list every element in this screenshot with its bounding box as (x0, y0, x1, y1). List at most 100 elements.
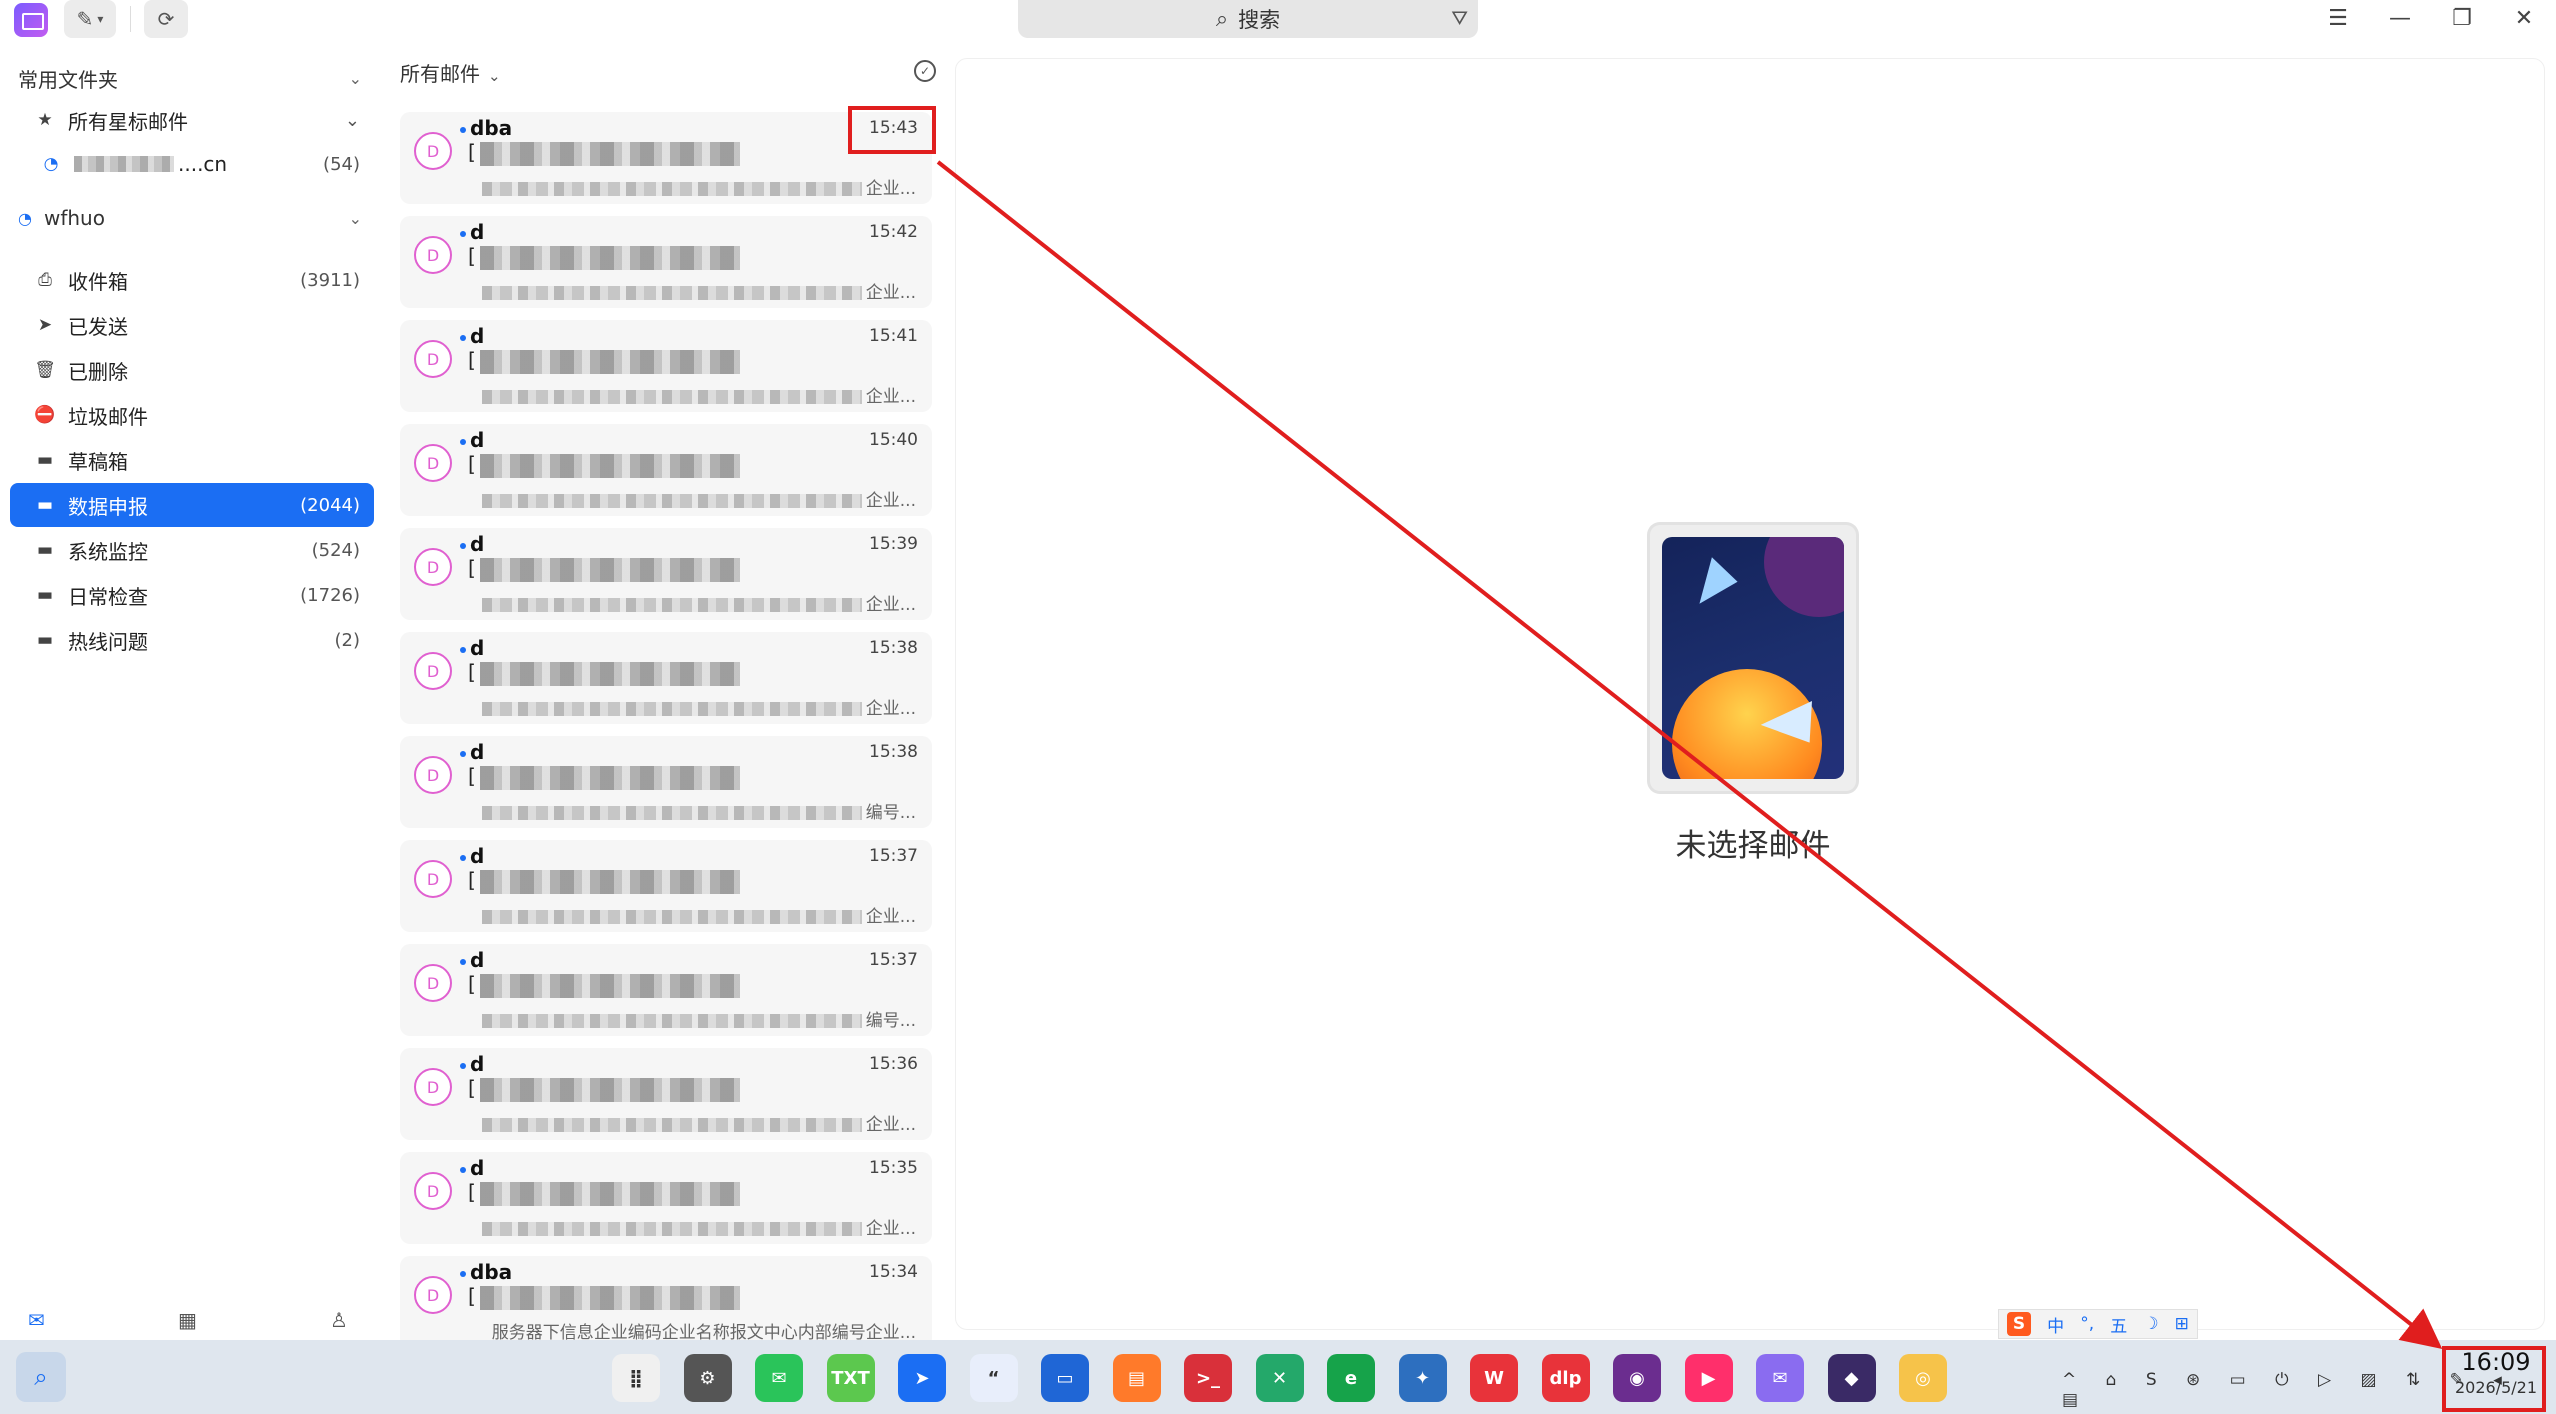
sidebar-item-folder[interactable]: ▬ 系统监控 (524) (10, 528, 374, 572)
browser-icon[interactable]: e (1327, 1354, 1375, 1402)
file-manager-icon[interactable]: ▭ (1041, 1354, 1089, 1402)
maximize-button[interactable]: ❐ (2442, 4, 2482, 32)
unread-count: (3911) (300, 269, 360, 291)
mail-list-item[interactable]: Dd 15:41 [企业... (400, 320, 932, 412)
sidebar-item-folder[interactable]: ▬ 日常检查 (1726) (10, 573, 374, 617)
sidebar-item-folder[interactable]: ▬ 数据申报 (2044) (10, 483, 374, 527)
sidebar-item-folder[interactable]: ▬ 草稿箱 (10, 438, 374, 482)
mail-list-item[interactable]: Dd 15:35 [企业... (400, 1152, 932, 1244)
sender-name: d (470, 324, 485, 348)
menu-button[interactable]: ☰ (2318, 4, 2358, 32)
redacted-subject (480, 662, 740, 686)
send-icon: ➤ (37, 315, 53, 335)
txt-editor-icon[interactable]: TXT (826, 1354, 875, 1402)
input-method-toolbar[interactable]: S 中 °, 五 ☽ ⊞ (1998, 1309, 2198, 1339)
calendar-icon[interactable]: ▦ (178, 1308, 197, 1332)
mail-list-item[interactable]: Dd 15:42 [企业... (400, 216, 932, 308)
unread-dot-icon (460, 1063, 466, 1069)
sidebar-item-folder[interactable]: 🗑 已删除 (10, 348, 374, 392)
app-store-icon[interactable]: ▤ (1112, 1354, 1161, 1402)
sidebar-item-folder[interactable]: ⎙ 收件箱 (3911) (10, 258, 374, 302)
account-icon: ◔ (43, 154, 59, 174)
feishu-icon[interactable]: ➤ (898, 1354, 946, 1402)
launcher-icon[interactable]: ⣿ (612, 1354, 660, 1402)
presenter-icon[interactable]: ▶ (1684, 1354, 1733, 1402)
mail-list-item[interactable]: Dd 15:38 [编号... (400, 736, 932, 828)
sender-avatar: D (414, 860, 452, 898)
mail-list-item[interactable]: Dd 15:39 [企业... (400, 528, 932, 620)
redacted-subject (480, 1182, 740, 1206)
mail-time: 15:42 (869, 222, 918, 242)
search-input[interactable]: ⌕ 搜索 ⛛ (1018, 0, 1478, 38)
ime-item[interactable]: 中 (2047, 1312, 2064, 1337)
ime-item[interactable]: 五 (2110, 1312, 2127, 1337)
photo-icon[interactable]: ✦ (1398, 1354, 1447, 1402)
sender-name: d (470, 844, 485, 868)
preview-tail: 企业... (865, 283, 916, 300)
account-icon: ◔ (18, 208, 32, 228)
folder-icon: ▬ (36, 450, 54, 470)
contacts-icon[interactable]: ♙ (330, 1308, 348, 1332)
settings-icon[interactable]: ⚙ (683, 1354, 732, 1402)
unread-count: (524) (311, 539, 360, 561)
chevron-down-icon[interactable]: ⌄ (349, 209, 362, 228)
chevron-down-icon: ⌄ (488, 67, 501, 85)
mail-filter-dropdown[interactable]: 所有邮件 ⌄ (400, 58, 501, 87)
ime-item[interactable]: ☽ (2143, 1314, 2158, 1334)
ime-item[interactable]: S (2007, 1312, 2032, 1336)
sidebar-item-label: 已删除 (68, 359, 128, 384)
favorites-section-header[interactable]: 常用文件夹 ⌄ (0, 58, 384, 98)
crystal-icon[interactable]: ◆ (1827, 1354, 1876, 1402)
mail-preview: 企业... (468, 902, 916, 924)
empty-state-label: 未选择邮件 (1675, 828, 1831, 864)
mail-list-item[interactable]: Dd 15:37 [企业... (400, 840, 932, 932)
mail-view-icon[interactable]: ✉ (28, 1308, 45, 1332)
sidebar-item-folder[interactable]: ▬ 热线问题 (2) (10, 618, 374, 662)
account-section-header[interactable]: ◔ wfhuo ⌄ (0, 198, 384, 238)
mail-list-item[interactable]: Dd 15:38 [企业... (400, 632, 932, 724)
screenshot-icon[interactable]: ◎ (1899, 1354, 1947, 1402)
preview-text: 服务器下信息企业编码企业名称报文中心内部编号企业... (491, 1323, 916, 1340)
mail-preview: 服务器下信息企业编码企业名称报文中心内部编号企业... (468, 1318, 916, 1340)
compose-button[interactable]: ✎ ▾ (64, 0, 116, 38)
mail-list-item[interactable]: Ddba 15:34 [服务器下信息企业编码企业名称报文中心内部编号企业... (400, 1256, 932, 1348)
chevron-down-icon[interactable]: ⌄ (345, 110, 360, 131)
mail-app-icon[interactable]: ✉ (1756, 1354, 1804, 1402)
chevron-down-icon[interactable]: ⌄ (349, 69, 362, 88)
terminal-icon[interactable]: >_ (1184, 1354, 1232, 1402)
wps-icon[interactable]: W (1470, 1354, 1518, 1402)
search-launcher-icon[interactable]: ⌕ (16, 1352, 66, 1402)
ime-item[interactable]: °, (2080, 1314, 2094, 1334)
sidebar-item-folder[interactable]: ➤ 已发送 (10, 303, 374, 347)
close-button[interactable]: ✕ (2504, 4, 2544, 32)
select-all-icon[interactable]: ✓ (914, 60, 936, 82)
video-icon[interactable]: dlp (1541, 1354, 1590, 1402)
sidebar-item-label: 收件箱 (68, 269, 128, 294)
paper-plane-icon (1682, 552, 1738, 604)
ime-item[interactable]: ⊞ (2175, 1314, 2189, 1334)
planet-icon (1764, 537, 1844, 617)
mail-time: 15:39 (869, 534, 918, 554)
preview-tail: 编号... (865, 803, 916, 820)
sidebar-item-account-alias[interactable]: ◔ ....cn (54) (10, 142, 374, 186)
minimize-button[interactable]: — (2380, 4, 2420, 32)
filter-icon[interactable]: ⛛ (1451, 6, 1468, 30)
mail-list-item[interactable]: Dd 15:40 [企业... (400, 424, 932, 516)
mail-filter-label: 所有邮件 (400, 62, 480, 86)
redacted-subject (480, 142, 740, 166)
quote-app-icon[interactable]: “ (969, 1354, 1018, 1402)
sync-button[interactable]: ⟳ (144, 0, 188, 38)
sidebar-item-folder[interactable]: ⛔ 垃圾邮件 (10, 393, 374, 437)
mail-list-item[interactable]: Dd 15:36 [企业... (400, 1048, 932, 1140)
sidebar-footer: ✉ ▦ ♙ (0, 1298, 384, 1342)
mail-time: 15:41 (869, 326, 918, 346)
mail-list-item[interactable]: Dd 15:37 [编号... (400, 944, 932, 1036)
wechat-icon[interactable]: ✉ (755, 1354, 803, 1402)
xshell-icon[interactable]: ✕ (1255, 1354, 1304, 1402)
junk-icon: ⛔ (34, 405, 56, 425)
firefox-icon[interactable]: ◉ (1613, 1354, 1661, 1402)
sender-avatar: D (414, 1068, 452, 1106)
preview-tail: 编号... (865, 1011, 916, 1028)
mail-time: 15:40 (869, 430, 918, 450)
sidebar-item-starred[interactable]: ★ 所有星标邮件 ⌄ (10, 98, 374, 142)
